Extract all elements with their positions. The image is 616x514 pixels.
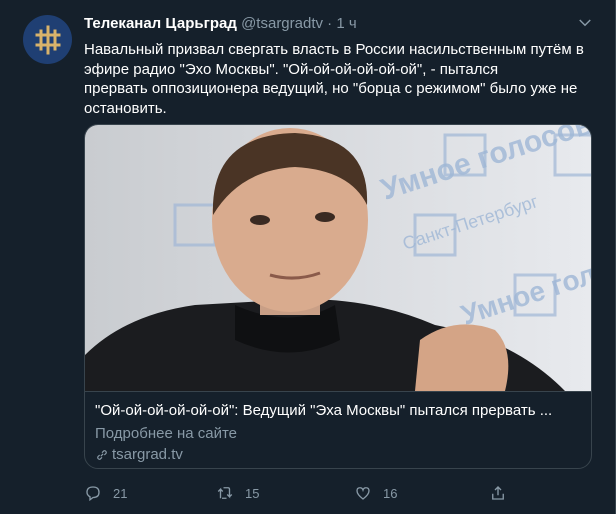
link-card[interactable]: Умное голосование Санкт-Петербург Умное … [84,124,592,469]
separator: · [327,15,333,32]
tweet[interactable]: Телеканал Царьград @tsargradtv · 1 ч Нав… [0,0,616,514]
retweet-icon [217,487,233,499]
avatar[interactable] [23,15,72,64]
share-icon [492,486,504,500]
retweet-count: 15 [245,485,260,501]
timestamp[interactable]: 1 ч [336,15,356,32]
retweet-button[interactable]: 15 [216,484,259,502]
tweet-text: Навальный призвал свергать власть в Росс… [84,40,584,118]
tweet-text-line: Навальный призвал свергать власть в Росс… [84,41,584,58]
tweet-header: Телеканал Царьград @tsargradtv · 1 ч [84,15,357,32]
caret-down-icon[interactable] [576,14,594,32]
card-domain[interactable]: tsargrad.tv [95,446,183,463]
like-button[interactable]: 16 [354,484,397,502]
tweet-text-line: прервать оппозиционера ведущий, но "борц… [84,80,578,97]
card-photo[interactable]: Умное голосование Санкт-Петербург Умное … [85,125,592,391]
tweet-actions: 21 15 16 [84,484,592,504]
card-description: Подробнее на сайте [95,425,238,442]
like-icon [356,487,370,500]
like-count: 16 [383,485,398,501]
author-name[interactable]: Телеканал Царьград [84,15,237,32]
share-button[interactable] [489,484,507,502]
tweet-text-line: эфире радио "Эхо Москвы". "Ой-ой-ой-ой-о… [84,60,499,78]
card-info[interactable]: "Ой-ой-ой-ой-ой-ой": Ведущий "Эха Москвы… [85,391,591,468]
channel-logo-icon [35,25,60,54]
card-title[interactable]: "Ой-ой-ой-ой-ой-ой": Ведущий "Эха Москвы… [95,402,583,419]
reply-button[interactable]: 21 [84,484,127,502]
reply-icon [86,486,100,502]
tweet-text-line: остановить. [84,99,167,117]
card-domain-text: tsargrad.tv [112,446,183,463]
reply-count: 21 [113,485,128,501]
author-handle[interactable]: @tsargradtv [241,15,323,32]
link-icon [97,449,107,460]
